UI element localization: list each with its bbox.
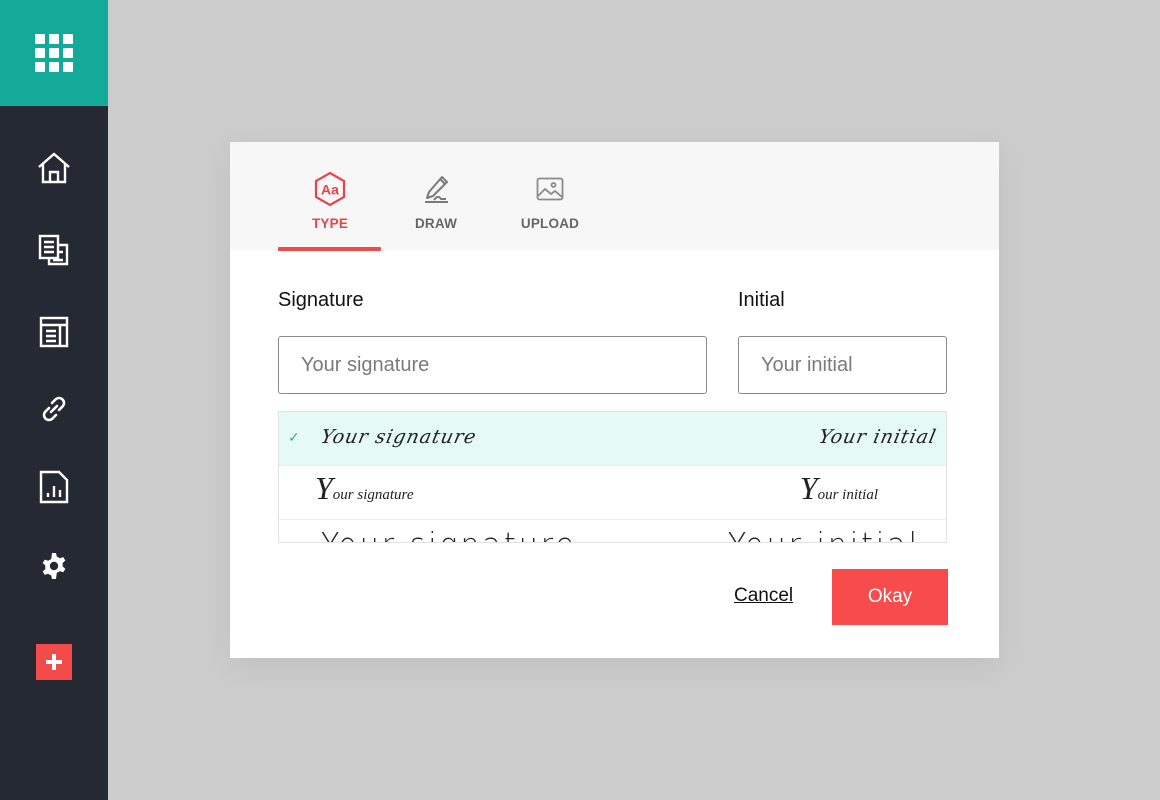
add-new-button[interactable] [0, 637, 108, 687]
cancel-button[interactable]: Cancel [734, 585, 793, 607]
home-icon [38, 152, 70, 184]
signature-input[interactable] [278, 336, 707, 394]
initial-preview: Your initial [799, 470, 878, 506]
tab-bar: Aa TYPE DRAW UPLOAD [230, 142, 999, 251]
add-button-bg [36, 644, 72, 680]
image-upload-icon [536, 177, 564, 201]
okay-button[interactable]: Okay [832, 569, 948, 625]
documents-icon [38, 234, 69, 266]
active-tab-indicator [278, 247, 381, 251]
type-aa-icon: Aa [314, 171, 346, 207]
report-icon [39, 470, 69, 504]
initial-preview: Your initial [728, 526, 920, 542]
sidebar [0, 0, 108, 800]
signature-preview: Your signature [321, 526, 577, 542]
tab-upload-label: UPLOAD [520, 216, 580, 231]
apps-grid-icon [35, 34, 73, 72]
tab-draw[interactable]: DRAW [406, 142, 466, 250]
tab-type[interactable]: Aa TYPE [300, 142, 360, 250]
sidebar-item-documents[interactable] [0, 225, 108, 275]
sidebar-item-links[interactable] [0, 384, 108, 434]
signature-preview: Your signature [318, 426, 479, 448]
initial-label: Initial [738, 289, 785, 311]
signature-preview: Your signature [315, 470, 414, 506]
tab-type-label: TYPE [311, 216, 349, 231]
signature-style-option[interactable]: Your signature Your initial [279, 466, 946, 520]
initial-input[interactable] [738, 336, 947, 394]
sidebar-item-home[interactable] [0, 143, 108, 193]
sidebar-item-templates[interactable] [0, 307, 108, 357]
pen-draw-icon [425, 176, 448, 203]
signature-style-option[interactable]: ✓ Your signature Your initial [279, 412, 946, 466]
signature-style-list[interactable]: ✓ Your signature Your initial Your signa… [278, 411, 947, 543]
gear-icon [42, 553, 66, 579]
sidebar-item-reports[interactable] [0, 462, 108, 512]
check-icon: ✓ [288, 429, 300, 445]
signature-style-option[interactable]: Your signature Your initial [279, 520, 946, 542]
signature-label: Signature [278, 289, 364, 311]
link-icon [42, 396, 66, 422]
sidebar-item-settings[interactable] [0, 541, 108, 591]
signature-dialog: Aa TYPE DRAW UPLOAD Signature Initial Yo… [230, 142, 999, 658]
tab-upload[interactable]: UPLOAD [515, 142, 585, 250]
template-icon [39, 316, 69, 348]
tab-draw-label: DRAW [414, 216, 458, 231]
plus-icon [46, 654, 62, 670]
initial-preview: Your initial [816, 426, 939, 448]
svg-text:Aa: Aa [321, 182, 339, 198]
apps-button[interactable] [0, 0, 108, 106]
